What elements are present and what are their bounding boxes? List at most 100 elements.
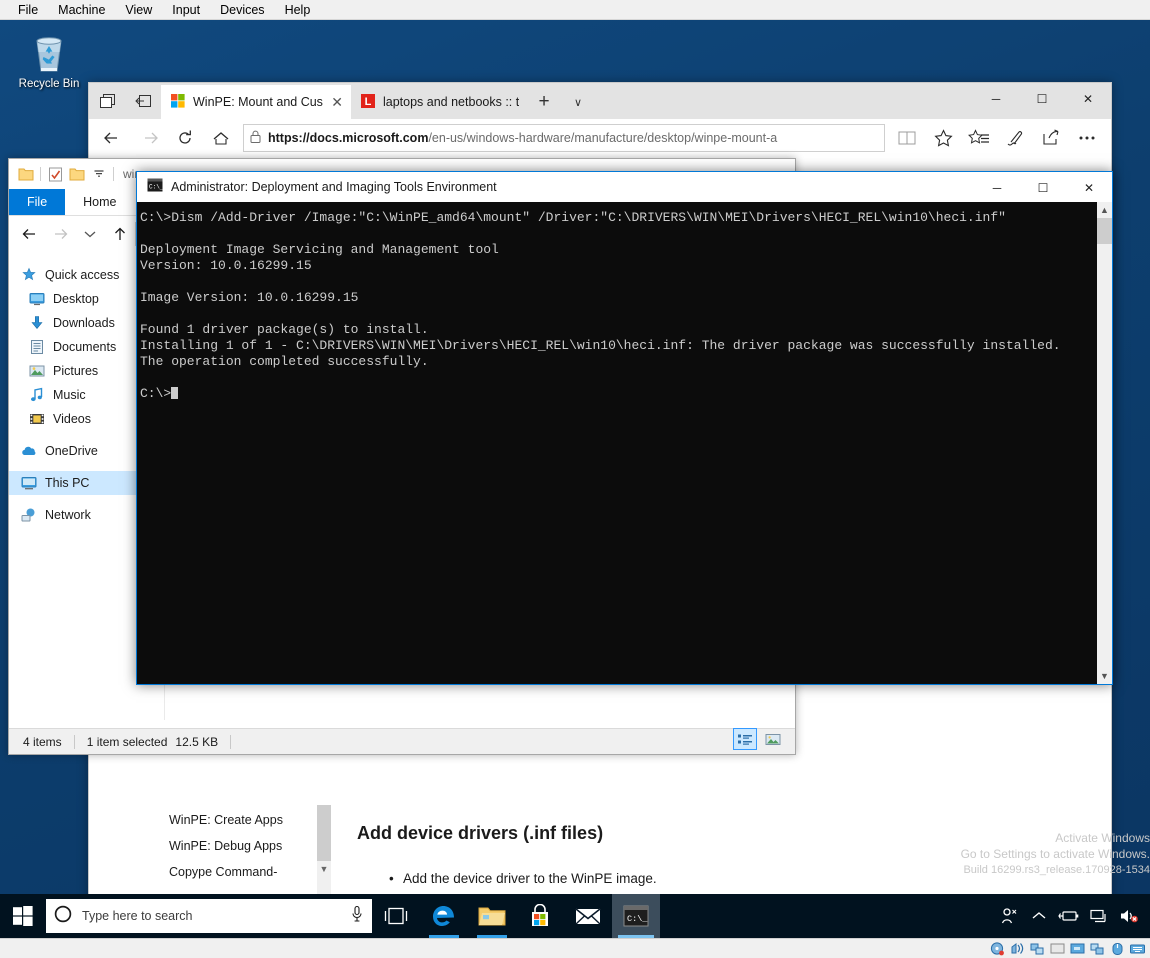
- desktop-icon-recycle-bin[interactable]: Recycle Bin: [10, 30, 88, 91]
- edge-minimize-button[interactable]: ─: [973, 83, 1019, 115]
- ribbon-tab-file[interactable]: File: [9, 189, 66, 215]
- cmd-minimize-button[interactable]: ─: [974, 172, 1020, 204]
- toolbar-separator: [40, 167, 41, 181]
- toc-scroll-down-icon[interactable]: ▼: [317, 861, 331, 877]
- settings-more-icon[interactable]: [1069, 121, 1105, 155]
- back-icon[interactable]: [95, 121, 131, 155]
- forward-icon[interactable]: [131, 121, 167, 155]
- microsoft-store-icon[interactable]: [516, 894, 564, 938]
- network-icon: [21, 507, 37, 523]
- new-tab-button[interactable]: +: [527, 85, 561, 119]
- battery-icon[interactable]: [1054, 894, 1084, 938]
- pictures-icon: [29, 363, 45, 379]
- browser-tab-1[interactable]: L laptops and netbooks :: thir: [351, 85, 527, 119]
- music-icon: [29, 387, 45, 403]
- doc-bullet-item: • Add the device driver to the WinPE imag…: [389, 871, 657, 886]
- set-tabs-aside-icon[interactable]: [125, 83, 161, 119]
- cmd-scrollbar-thumb[interactable]: [1097, 218, 1112, 244]
- status-selected-count: 1 item selected: [86, 734, 168, 749]
- edge-tab-strip: WinPE: Mount and Cust ✕ L laptops and ne…: [89, 83, 1111, 119]
- keyboard-icon[interactable]: [1128, 941, 1146, 957]
- favorites-star-icon[interactable]: [925, 121, 961, 155]
- svg-text:C:\_: C:\_: [627, 914, 648, 924]
- tab-list-menu-icon[interactable]: ∨: [561, 85, 595, 119]
- cmd-maximize-button[interactable]: ☐: [1020, 172, 1066, 204]
- edge-close-button[interactable]: ✕: [1065, 83, 1111, 115]
- large-icons-view-icon[interactable]: [761, 728, 785, 750]
- doc-section-heading: Add device drivers (.inf files): [357, 823, 604, 843]
- lock-icon: [250, 130, 261, 146]
- cmd-scroll-down-icon[interactable]: ▼: [1097, 668, 1112, 684]
- ribbon-tab-home[interactable]: Home: [65, 189, 134, 215]
- edge-maximize-button[interactable]: ☐: [1019, 83, 1065, 115]
- home-icon[interactable]: [203, 121, 239, 155]
- show-hidden-icons-icon[interactable]: [1024, 894, 1054, 938]
- cmd-scrollbar[interactable]: ▲ ▼: [1097, 202, 1112, 684]
- recent-locations-icon[interactable]: [75, 219, 105, 249]
- search-input[interactable]: Type here to search: [46, 899, 372, 933]
- address-bar[interactable]: https://docs.microsoft.com/en-us/windows…: [243, 124, 885, 152]
- microphone-icon[interactable]: [350, 905, 364, 928]
- sidebar-label-music: Music: [53, 388, 86, 402]
- command-prompt-icon[interactable]: C:\_: [612, 894, 660, 938]
- details-view-icon[interactable]: [733, 728, 757, 750]
- new-folder-icon[interactable]: [66, 163, 88, 185]
- command-prompt-window[interactable]: C:\_ Administrator: Deployment and Imagi…: [136, 171, 1113, 685]
- hub-icon[interactable]: [961, 121, 997, 155]
- menu-item-file[interactable]: File: [8, 0, 48, 20]
- share-icon[interactable]: [1033, 121, 1069, 155]
- toc-item-2[interactable]: Copype Command-: [169, 859, 399, 885]
- virtualbox-status-bar: [0, 938, 1150, 958]
- sidebar-label-videos: Videos: [53, 412, 91, 426]
- status-item-count: 4 items: [23, 734, 62, 749]
- activate-windows-watermark: Activate Windows Go to Settings to activ…: [961, 830, 1150, 878]
- usb-icon[interactable]: [1088, 941, 1106, 957]
- volume-muted-icon[interactable]: [1114, 894, 1144, 938]
- start-button[interactable]: [0, 894, 46, 938]
- windows-desktop[interactable]: Recycle Bin WinPE: Mount and Cust ✕ L la…: [0, 20, 1150, 908]
- cmd-scroll-up-icon[interactable]: ▲: [1097, 202, 1112, 218]
- toc-scrollbar-thumb[interactable]: [317, 805, 331, 861]
- mouse-icon[interactable]: [1108, 941, 1126, 957]
- cmd-title-bar[interactable]: C:\_ Administrator: Deployment and Imagi…: [137, 172, 1112, 202]
- explorer-status-bar: 4 items 1 item selected 12.5 KB: [9, 728, 795, 754]
- menu-item-help[interactable]: Help: [275, 0, 321, 20]
- network-icon[interactable]: [1084, 894, 1114, 938]
- edge-icon[interactable]: [420, 894, 468, 938]
- up-one-level-icon[interactable]: [105, 219, 135, 249]
- explorer-forward-icon[interactable]: [45, 219, 75, 249]
- explorer-back-icon[interactable]: [15, 219, 45, 249]
- sidebar-label-pictures: Pictures: [53, 364, 99, 378]
- close-tab-0-icon[interactable]: ✕: [331, 95, 343, 109]
- task-view-icon[interactable]: [372, 894, 420, 938]
- this-pc-icon: [21, 475, 37, 491]
- people-icon[interactable]: [994, 894, 1024, 938]
- menu-item-view[interactable]: View: [115, 0, 162, 20]
- display-icon[interactable]: [1048, 941, 1066, 957]
- browser-tab-0[interactable]: WinPE: Mount and Cust ✕: [161, 85, 351, 119]
- network-adapter-icon[interactable]: [1008, 941, 1026, 957]
- reading-view-icon[interactable]: [889, 121, 925, 155]
- menu-item-input[interactable]: Input: [162, 0, 210, 20]
- shared-folders-icon[interactable]: [1028, 941, 1046, 957]
- menu-item-machine[interactable]: Machine: [48, 0, 115, 20]
- cmd-console-output[interactable]: C:\>Dism /Add-Driver /Image:"C:\WinPE_am…: [137, 202, 1097, 684]
- video-capture-icon[interactable]: [1068, 941, 1086, 957]
- customize-quick-access-icon[interactable]: [88, 163, 110, 185]
- properties-icon[interactable]: [44, 163, 66, 185]
- sidebar-label-network: Network: [45, 508, 91, 522]
- folder-icon[interactable]: [15, 163, 37, 185]
- web-notes-icon[interactable]: [997, 121, 1033, 155]
- file-explorer-icon[interactable]: [468, 894, 516, 938]
- mail-icon[interactable]: [564, 894, 612, 938]
- menu-item-devices[interactable]: Devices: [210, 0, 274, 20]
- refresh-icon[interactable]: [167, 121, 203, 155]
- cmd-close-button[interactable]: ✕: [1066, 172, 1112, 204]
- toc-scrollbar[interactable]: ▼: [317, 805, 331, 895]
- show-tabs-you-set-aside-icon[interactable]: [89, 83, 125, 119]
- hard-disk-icon[interactable]: [988, 941, 1006, 957]
- doc-bullet-text: Add the device driver to the WinPE image…: [403, 871, 657, 886]
- search-placeholder: Type here to search: [82, 909, 193, 923]
- sidebar-label-this-pc: This PC: [45, 476, 90, 490]
- address-bar-path: /en-us/windows-hardware/manufacture/desk…: [428, 131, 778, 145]
